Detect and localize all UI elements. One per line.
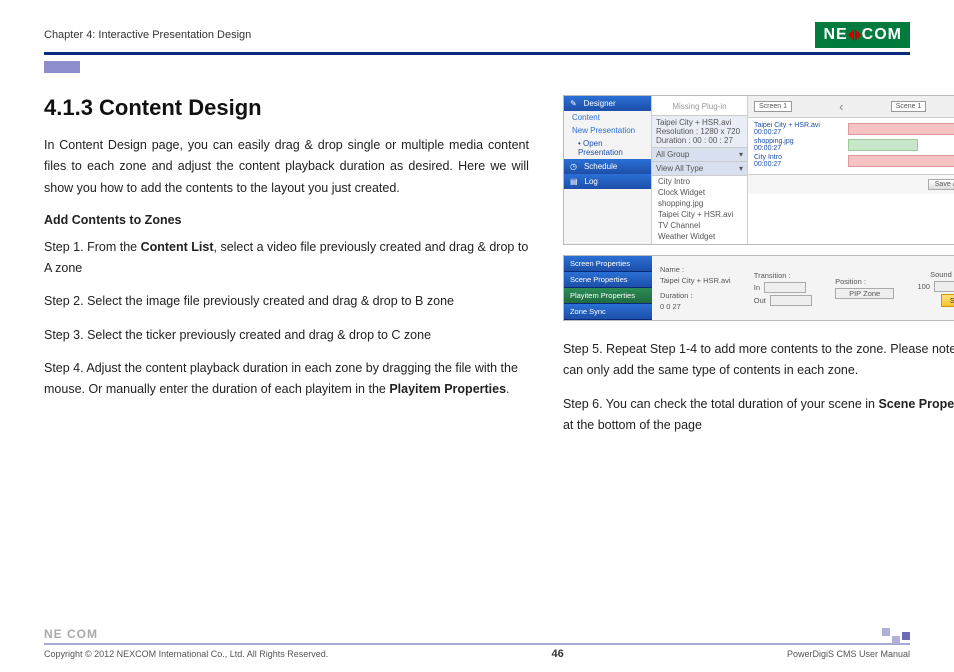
nav-log[interactable]: Log xyxy=(564,174,651,189)
intro-paragraph: In Content Design page, you can easily d… xyxy=(44,135,529,199)
sound-label: Sound Level : xyxy=(930,270,954,279)
nav-designer[interactable]: Designer xyxy=(564,96,651,111)
step-2: Step 2. Select the image file previously… xyxy=(44,291,529,312)
missing-plugin-label: Missing Plug-in xyxy=(652,98,747,115)
section-heading: 4.1.3 Content Design xyxy=(44,95,529,121)
group-dropdown[interactable]: All Group xyxy=(656,150,689,159)
content-item[interactable]: shopping.jpg xyxy=(652,198,747,209)
nav-open-presentation[interactable]: • Open Presentation xyxy=(564,137,651,159)
right-column: Designer Content New Presentation • Open… xyxy=(563,95,954,448)
scene-thumb[interactable]: Scene 1 xyxy=(891,101,927,112)
page-footer: NE COM Copyright © 2012 NEXCOM Internati… xyxy=(44,627,910,660)
step-5: Step 5. Repeat Step 1-4 to add more cont… xyxy=(563,339,954,382)
timeline-bar[interactable] xyxy=(848,139,918,151)
tab-scene-properties[interactable]: Scene Properties xyxy=(564,272,652,288)
content-item[interactable]: Taipei City + HSR.avi xyxy=(652,209,747,220)
screenshot-designer: Designer Content New Presentation • Open… xyxy=(563,95,954,245)
content-item[interactable]: Clock Widget xyxy=(652,187,747,198)
step-1: Step 1. From the Content List, select a … xyxy=(44,237,529,280)
name-label: Name : xyxy=(660,265,740,274)
duration-label: Duration : xyxy=(660,291,740,300)
screen-selector[interactable]: Screen 1 xyxy=(754,101,792,112)
subheading: Add Contents to Zones xyxy=(44,213,529,227)
content-item[interactable]: Weather Widget xyxy=(652,231,747,242)
info-duration: Duration : 00 : 00 : 27 xyxy=(656,136,743,145)
step-6: Step 6. You can check the total duration… xyxy=(563,394,954,437)
copyright-text: Copyright © 2012 NEXCOM International Co… xyxy=(44,649,328,659)
info-resolution: Resolution : 1280 x 720 xyxy=(656,127,743,136)
tab-zone-sync[interactable]: Zone Sync xyxy=(564,304,652,320)
left-column: 4.1.3 Content Design In Content Design p… xyxy=(44,95,529,448)
screenshot-properties: Screen Properties Scene Properties Playi… xyxy=(563,255,954,321)
type-dropdown[interactable]: View All Type xyxy=(656,164,703,173)
nav-content[interactable]: Content xyxy=(564,111,651,124)
page-number: 46 xyxy=(551,648,563,660)
manual-title: PowerDigiS CMS User Manual xyxy=(787,649,910,659)
tab-playitem-properties[interactable]: Playitem Properties xyxy=(564,288,652,304)
info-name: Taipei City + HSR.avi xyxy=(656,118,743,127)
nav-new-presentation[interactable]: New Presentation xyxy=(564,124,651,137)
position-label: Position : xyxy=(835,277,894,286)
transition-in-select[interactable] xyxy=(764,282,806,293)
save-button[interactable]: Save xyxy=(941,294,954,307)
content-item[interactable]: City Intro xyxy=(652,176,747,187)
name-value: Taipei City + HSR.avi xyxy=(660,276,740,285)
nexcom-logo: NECOM xyxy=(815,22,910,48)
step-3: Step 3. Select the ticker previously cre… xyxy=(44,325,529,346)
top-bar: Chapter 4: Interactive Presentation Desi… xyxy=(44,22,910,55)
sound-value: 100 xyxy=(917,282,930,291)
footer-logo: NE COM xyxy=(44,627,910,641)
nav-schedule[interactable]: Schedule xyxy=(564,159,651,174)
chapter-title: Chapter 4: Interactive Presentation Desi… xyxy=(44,29,251,41)
content-item[interactable]: TV Channel xyxy=(652,220,747,231)
position-select[interactable]: PIP Zone xyxy=(835,288,894,299)
tab-screen-properties[interactable]: Screen Properties xyxy=(564,256,652,272)
transition-label: Transition : xyxy=(754,271,821,280)
save-exit-button[interactable]: Save & Exit xyxy=(928,179,954,190)
transition-out-select[interactable] xyxy=(770,295,812,306)
prev-arrow-icon[interactable]: ‹ xyxy=(839,99,843,114)
timeline-bar[interactable] xyxy=(848,123,954,135)
sound-slider[interactable] xyxy=(934,281,954,292)
duration-inputs[interactable]: 0 0 27 xyxy=(660,302,740,311)
step-4: Step 4. Adjust the content playback dura… xyxy=(44,358,529,401)
timeline-bar[interactable] xyxy=(848,155,954,167)
page-tab-marker xyxy=(44,61,80,73)
